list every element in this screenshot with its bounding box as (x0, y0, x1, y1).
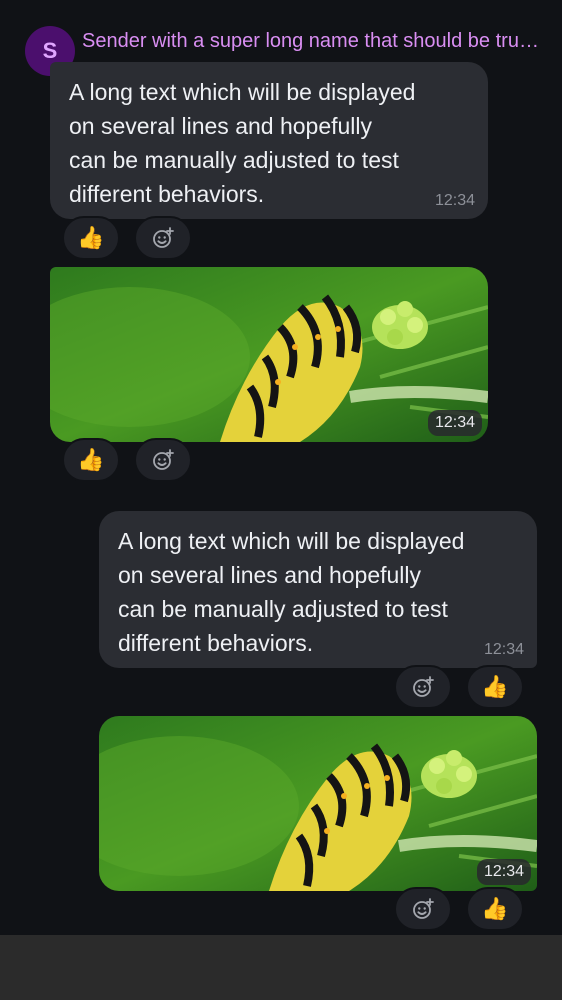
message-timestamp: 12:34 (476, 859, 531, 885)
message-timestamp: 12:34 (427, 410, 482, 436)
message-timestamp: 12:34 (434, 192, 475, 209)
message-image-incoming[interactable]: 12:34 (50, 267, 488, 442)
composer-bar[interactable] (0, 935, 562, 1000)
reaction-chip-thumbs-up[interactable]: 👍 (466, 665, 524, 709)
message-bubble-incoming[interactable]: A long text which will be displayed on s… (50, 62, 488, 219)
add-reaction-icon (411, 897, 435, 921)
add-reaction-button[interactable] (394, 887, 452, 931)
add-reaction-icon (411, 675, 435, 699)
add-reaction-icon (151, 226, 175, 250)
sender-name[interactable]: Sender with a super long name that shoul… (82, 30, 542, 53)
caterpillar-photo (99, 716, 537, 891)
add-reaction-button[interactable] (134, 438, 192, 482)
add-reaction-icon (151, 448, 175, 472)
thumbs-up-emoji: 👍 (481, 674, 509, 699)
message-bubble-outgoing[interactable]: A long text which will be displayed on s… (99, 511, 537, 668)
message-timestamp: 12:34 (483, 641, 524, 658)
avatar-initial: S (42, 38, 58, 63)
thumbs-up-emoji: 👍 (481, 896, 509, 921)
reaction-chip-thumbs-up[interactable]: 👍 (62, 438, 120, 482)
caterpillar-photo (50, 267, 488, 442)
message-text: A long text which will be displayed on s… (69, 79, 416, 207)
reaction-chip-thumbs-up[interactable]: 👍 (466, 887, 524, 931)
add-reaction-button[interactable] (394, 665, 452, 709)
message-text: A long text which will be displayed on s… (118, 528, 465, 656)
thumbs-up-emoji: 👍 (77, 225, 105, 250)
thumbs-up-emoji: 👍 (77, 447, 105, 472)
reaction-chip-thumbs-up[interactable]: 👍 (62, 216, 120, 260)
message-image-outgoing[interactable]: 12:34 (99, 716, 537, 891)
add-reaction-button[interactable] (134, 216, 192, 260)
